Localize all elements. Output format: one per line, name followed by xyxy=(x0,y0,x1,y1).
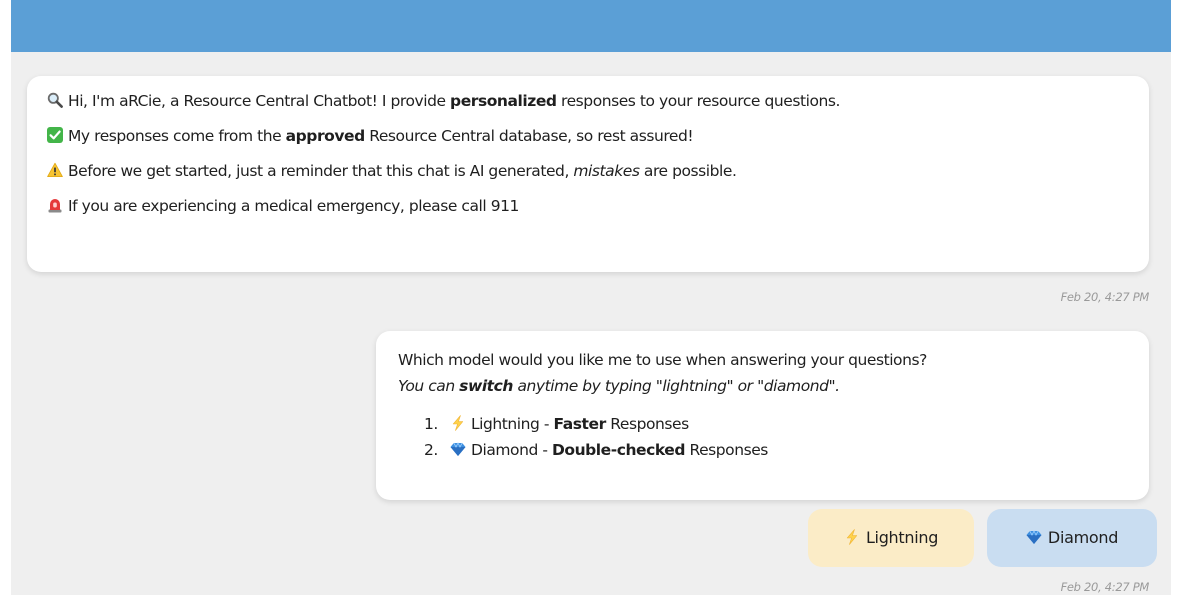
diamond-icon xyxy=(1026,529,1042,545)
model-option-diamond: 2. Diamond - Double-checked Responses xyxy=(424,437,1129,463)
option-separator: - xyxy=(539,415,554,433)
warning-icon xyxy=(47,162,63,178)
chat-window: Hi, I'm aRCie, a Resource Central Chatbo… xyxy=(11,0,1171,595)
check-mark-icon xyxy=(47,127,63,143)
option-bold: Faster xyxy=(553,415,607,433)
diamond-icon xyxy=(450,441,466,457)
hint-text-bold: switch xyxy=(459,377,513,395)
welcome-line-intro: Hi, I'm aRCie, a Resource Central Chatbo… xyxy=(47,90,1131,113)
emergency-text: If you are experiencing a medical emerge… xyxy=(68,197,519,215)
hint-text-post: anytime by typing "lightning" or "diamon… xyxy=(512,377,840,395)
warning-text-italic: mistakes xyxy=(573,162,640,180)
approved-text-post: Resource Central database, so rest assur… xyxy=(364,127,694,145)
model-timestamp: Feb 20, 4:27 PM xyxy=(1060,580,1150,594)
option-number: 2. xyxy=(424,441,438,459)
model-question: Which model would you like me to use whe… xyxy=(398,351,927,369)
magnifier-icon xyxy=(47,92,63,108)
option-post: Responses xyxy=(684,441,768,459)
welcome-message: Hi, I'm aRCie, a Resource Central Chatbo… xyxy=(27,76,1149,272)
approved-text-bold: approved xyxy=(285,127,366,145)
option-post: Responses xyxy=(605,415,689,433)
option-name: Diamond xyxy=(471,441,538,459)
model-options-list: 1. Lightning - Faster Responses 2. Diamo… xyxy=(398,411,1129,463)
lightning-button-label: Lightning xyxy=(865,528,939,547)
warning-text-pre: Before we get started, just a reminder t… xyxy=(68,162,574,180)
diamond-button-label: Diamond xyxy=(1047,528,1119,547)
option-bold: Double-checked xyxy=(551,441,685,459)
chat-header xyxy=(11,0,1171,52)
lightning-icon xyxy=(844,529,860,545)
welcome-line-approved: My responses come from the approved Reso… xyxy=(47,125,1131,148)
option-number: 1. xyxy=(424,415,438,433)
siren-icon xyxy=(47,197,63,213)
intro-text-pre: Hi, I'm aRCie, a Resource Central Chatbo… xyxy=(68,92,451,110)
intro-text-post: responses to your resource questions. xyxy=(556,92,840,110)
welcome-line-warning: Before we get started, just a reminder t… xyxy=(47,160,1131,183)
model-option-lightning: 1. Lightning - Faster Responses xyxy=(424,411,1129,437)
lightning-button[interactable]: Lightning xyxy=(808,509,974,567)
lightning-icon xyxy=(450,415,466,431)
approved-text-pre: My responses come from the xyxy=(68,127,286,145)
welcome-line-emergency: If you are experiencing a medical emerge… xyxy=(47,195,1131,218)
intro-text-bold: personalized xyxy=(450,92,557,110)
model-hint: You can switch anytime by typing "lightn… xyxy=(398,373,1129,399)
model-selection-message: Which model would you like me to use whe… xyxy=(376,331,1149,500)
diamond-button[interactable]: Diamond xyxy=(987,509,1157,567)
option-name: Lightning xyxy=(471,415,540,433)
warning-text-post: are possible. xyxy=(639,162,737,180)
hint-text-pre: You can xyxy=(398,377,460,395)
welcome-timestamp: Feb 20, 4:27 PM xyxy=(1060,290,1150,304)
option-separator: - xyxy=(537,441,552,459)
